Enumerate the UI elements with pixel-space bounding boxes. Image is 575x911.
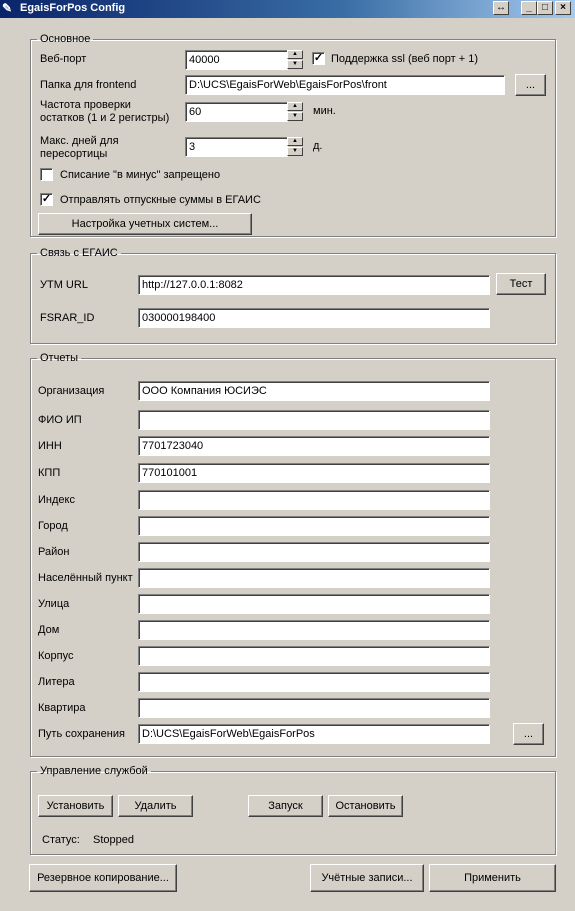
accounting-systems-button[interactable]: Настройка учетных систем... bbox=[38, 213, 252, 235]
report-field-label: ИНН bbox=[38, 440, 62, 452]
report-field-input[interactable] bbox=[138, 463, 490, 483]
service-group-legend: Управление службой bbox=[40, 765, 148, 777]
status-label: Статус: bbox=[42, 834, 80, 846]
resize-button[interactable]: ↔ bbox=[493, 1, 509, 15]
report-field-label: Улица bbox=[38, 598, 70, 610]
writeoff-label: Списание "в минус" запрещено bbox=[60, 169, 221, 181]
report-field-label: Литера bbox=[38, 676, 75, 688]
web-port-label: Веб-порт bbox=[40, 53, 87, 65]
report-field-label: Дом bbox=[38, 624, 60, 636]
frontend-label: Папка для frontend bbox=[40, 79, 137, 91]
report-field-input[interactable] bbox=[138, 594, 490, 614]
report-field-label: Корпус bbox=[38, 650, 74, 662]
reports-group-legend: Отчеты bbox=[40, 352, 79, 364]
frontend-browse-button[interactable]: ... bbox=[515, 74, 546, 96]
accounts-button[interactable]: Учётные записи... bbox=[310, 864, 424, 892]
report-field-label: Индекс bbox=[38, 494, 75, 506]
report-field-label: ФИО ИП bbox=[38, 414, 82, 426]
report-field-input[interactable] bbox=[138, 542, 490, 562]
utm-url-label: УТМ URL bbox=[40, 279, 88, 291]
window-title: EgaisForPos Config bbox=[20, 2, 126, 14]
report-field-label: Район bbox=[38, 546, 70, 558]
egais-group: Связь с ЕГАИС bbox=[30, 247, 556, 344]
apply-button[interactable]: Применить bbox=[429, 864, 556, 892]
report-field-label: КПП bbox=[38, 467, 61, 479]
start-button[interactable]: Запуск bbox=[248, 795, 323, 817]
check-freq-spinner[interactable]: ▲ ▼ bbox=[287, 102, 303, 122]
writeoff-checkbox[interactable] bbox=[40, 168, 53, 181]
install-button[interactable]: Установить bbox=[38, 795, 113, 817]
minimize-button[interactable]: _ bbox=[521, 1, 537, 15]
app-icon: ✎ bbox=[2, 1, 13, 15]
fsrar-id-input[interactable] bbox=[138, 308, 490, 328]
main-group-legend: Основное bbox=[40, 33, 91, 45]
frontend-input[interactable] bbox=[185, 75, 505, 95]
check-freq-label-line1: Частота проверки bbox=[40, 99, 131, 111]
utm-url-input[interactable] bbox=[138, 275, 490, 295]
report-field-label: Город bbox=[38, 520, 68, 532]
report-field-label: Путь сохранения bbox=[38, 728, 125, 740]
report-field-input[interactable] bbox=[138, 724, 490, 744]
egais-group-legend: Связь с ЕГАИС bbox=[40, 247, 118, 259]
report-field-label: Организация bbox=[38, 385, 105, 397]
report-field-input[interactable] bbox=[138, 381, 490, 401]
test-button[interactable]: Тест bbox=[496, 273, 546, 295]
max-days-label-line2: пересортицы bbox=[40, 148, 108, 160]
remove-button[interactable]: Удалить bbox=[118, 795, 193, 817]
report-field-input[interactable] bbox=[138, 410, 490, 430]
report-field-input[interactable] bbox=[138, 490, 490, 510]
report-field-input[interactable] bbox=[138, 672, 490, 692]
check-freq-unit: мин. bbox=[313, 105, 336, 117]
maximize-button[interactable]: □ bbox=[537, 1, 553, 15]
report-field-input[interactable] bbox=[138, 568, 490, 588]
report-field-input[interactable] bbox=[138, 436, 490, 456]
report-field-input[interactable] bbox=[138, 646, 490, 666]
max-days-spinner[interactable]: ▲ ▼ bbox=[287, 137, 303, 157]
send-sums-label: Отправлять отпускные суммы в ЕГАИС bbox=[60, 194, 261, 206]
backup-button[interactable]: Резервное копирование... bbox=[29, 864, 177, 892]
status-value: Stopped bbox=[93, 834, 134, 846]
max-days-input[interactable] bbox=[185, 137, 288, 157]
ssl-label: Поддержка ssl (веб порт + 1) bbox=[331, 53, 478, 65]
report-field-label: Квартира bbox=[38, 702, 86, 714]
title-bar: ✎ EgaisForPos Config ↔ _ □ × bbox=[0, 0, 575, 18]
save-path-browse-button[interactable]: ... bbox=[513, 723, 544, 745]
ssl-checkbox[interactable]: ✓ bbox=[312, 52, 325, 65]
max-days-unit: д. bbox=[313, 140, 323, 152]
report-field-input[interactable] bbox=[138, 698, 490, 718]
web-port-spinner[interactable]: ▲ ▼ bbox=[287, 50, 303, 70]
report-field-input[interactable] bbox=[138, 620, 490, 640]
stop-button[interactable]: Остановить bbox=[328, 795, 403, 817]
web-port-input[interactable] bbox=[185, 50, 288, 70]
max-days-label-line1: Макс. дней для bbox=[40, 135, 119, 147]
send-sums-checkbox[interactable]: ✓ bbox=[40, 193, 53, 206]
fsrar-id-label: FSRAR_ID bbox=[40, 312, 95, 324]
check-freq-label-line2: остатков (1 и 2 регистры) bbox=[40, 112, 170, 124]
report-field-label: Населённый пункт bbox=[38, 572, 133, 584]
report-field-input[interactable] bbox=[138, 516, 490, 536]
check-freq-input[interactable] bbox=[185, 102, 288, 122]
close-button[interactable]: × bbox=[555, 1, 571, 15]
